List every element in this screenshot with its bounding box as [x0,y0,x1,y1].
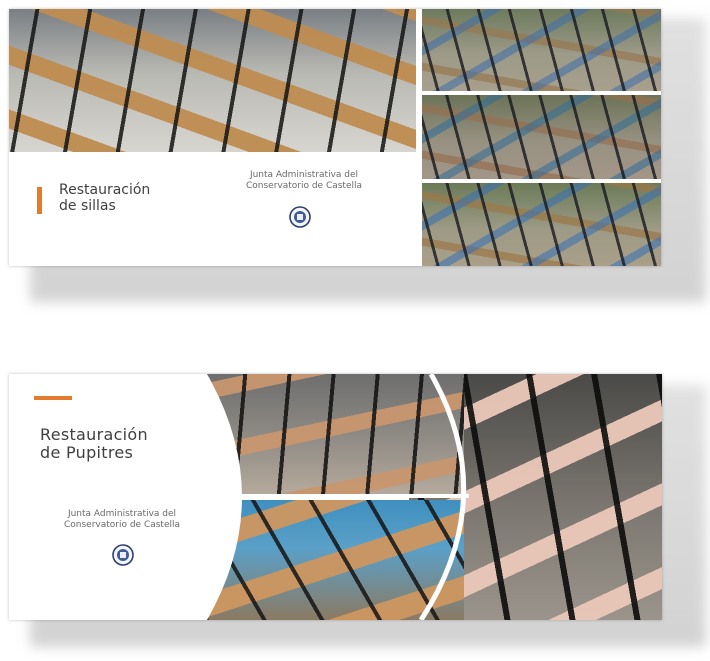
chairs-photo-main [9,9,416,152]
organization-line-2: Conservatorio de Castella [245,181,363,192]
title-panel [9,374,242,620]
organization-name: Junta Administrativa del Conservatorio d… [37,509,207,532]
slide-title-line-2: de sillas [59,197,116,214]
slide-restauracion-pupitres: Restauración de Pupitres Junta Administr… [9,374,662,620]
slide-title-line-2: de Pupitres [40,442,134,462]
chairs-photo-right-3 [422,183,661,266]
organization-name: Junta Administrativa del Conservatorio d… [219,170,389,193]
chairs-photo-right-2 [422,95,661,179]
slide-restauracion-sillas: Restauración de sillas Junta Administrat… [9,9,661,266]
organization-line-1: Junta Administrativa del [67,509,177,519]
slide-title-line-1: Restauración [40,425,148,444]
slide-title: Restauración de sillas [59,182,151,214]
organization-line-2: Conservatorio de Castella [63,520,181,531]
institution-seal-icon [289,206,311,228]
slide-title-line-1: Restauración [59,182,151,198]
institution-seal-icon [112,544,134,566]
organization-line-1: Junta Administrativa del [249,170,359,180]
accent-bar [37,187,42,214]
chairs-photo-right-1 [422,9,661,91]
accent-bar [34,396,72,400]
slide-title: Restauración de Pupitres [40,426,148,462]
